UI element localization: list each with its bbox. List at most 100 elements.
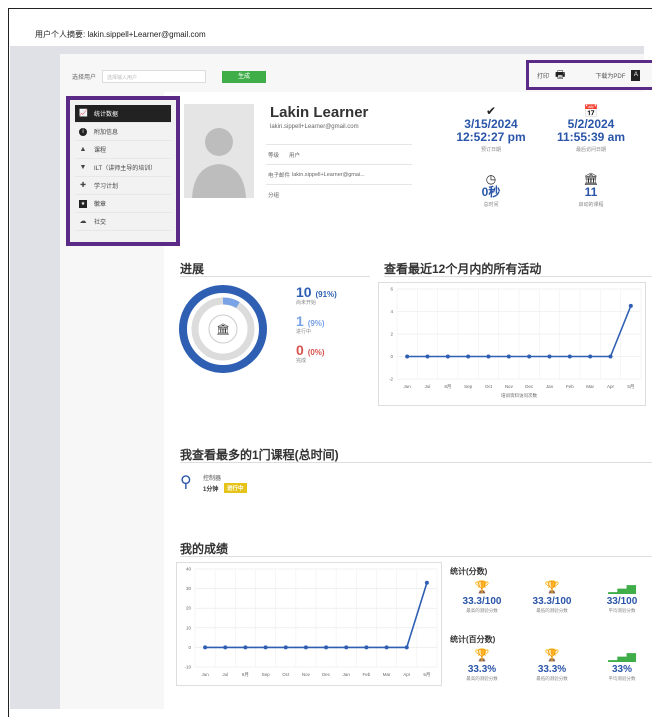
x-tick-label: Jul [222,672,228,677]
courses-icon: ▲ [79,145,87,153]
x-tick-label: Feb [363,672,371,677]
y-tick-label: -10 [184,665,191,670]
sidebar-item-badges[interactable]: ★ 徽章 [75,195,171,213]
data-point [506,354,511,359]
progress-title: 进展 [180,262,205,276]
select-user-input[interactable]: 选择输入用户 [102,70,207,83]
printer-icon[interactable]: 🖶 [555,66,565,85]
pdf-icon[interactable]: A [631,69,641,81]
activity-title: 查看最近12个月内的所有活动 [384,262,542,276]
user-check-icon: ✔ [485,104,497,118]
y-tick-label: 6 [390,287,393,292]
dark-trophy-icon: 🏆 [544,648,560,662]
activity-chart: -2 0 2 4 6 Jun Jul 8月 Sep Oct Nov Dec Jan Feb Mar Apr 5月… [389,287,642,399]
created-time: 12:52:27 pm [456,130,526,144]
y-tick-label: 10 [186,625,192,630]
clock-icon: ◷ [485,172,497,186]
level-label: 等级 [268,152,280,159]
x-tick-label: 8月 [242,672,249,678]
lowest-pct-label: 最低的测验分数 [536,676,568,681]
data-point [364,645,369,650]
scores-title: 我的成绩 [180,542,229,556]
download-pdf-label[interactable]: 下载为PDF [595,71,625,80]
last-label: 最后访问日期 [575,147,606,153]
page-title: 用户个人摘要: lakin.sippell+Learner@gmail.com [35,30,206,39]
top-course-time: 1分钟 [203,487,219,493]
highest-pct-label: 最高的测验分数 [466,676,498,681]
info-icon: i [79,127,87,136]
total-time-label: 总时间 [483,202,499,208]
activity-divider [384,276,652,277]
data-point [203,645,208,650]
activity-chart-box: -2 0 2 4 6 Jun Jul 8月 Sep Oct Nov Dec Jan Feb Mar Apr 5月… [378,282,646,406]
in-progress-pct: (9%) [307,319,325,328]
top-course-name[interactable]: 控制器 [203,473,221,482]
y-tick-label: 20 [186,606,192,611]
sidebar-item-additional-info[interactable]: i 附加信息 [75,123,171,141]
data-point [404,645,409,650]
data-point [263,645,268,650]
gold-trophy-icon: 🏆 [474,648,490,662]
top-courses-title: 我查看最多的1门课程(总时间) [180,448,339,462]
courses-center-icon: 🏛 [216,323,230,336]
donut-in-progress-arc [222,297,240,309]
y-tick-label: 40 [186,567,192,572]
courses-started-stat: 🏛 11 启动的课程 [546,172,636,208]
data-point [466,354,471,359]
pct-header: 统计(百分数) [450,635,496,644]
progress-donut: 🏛 [179,285,267,373]
data-point [405,354,410,359]
sidebar-item-courses[interactable]: ▲ 课程 [75,141,171,159]
data-point [424,580,429,585]
generate-button[interactable]: 生成 [222,70,267,83]
courses-started: 11 [584,185,598,199]
not-started-count: 10 [296,284,312,300]
user-toolbar: 选择用户 选择输入用户 生成 [72,70,267,83]
sidebar-item-learning-plan[interactable]: ✚ 学习计划 [75,177,171,195]
group-row: 分组 [266,184,412,204]
courses-started-label: 启动的课程 [578,202,604,208]
y-tick-label: -2 [389,377,393,382]
avg-points-value: 33/100 [606,596,638,607]
top-course-status: 进行中 [224,483,247,493]
data-point [425,354,430,359]
data-point [324,645,329,650]
email-row: 电子邮件 lakin.sippell+Learner@gmai... [266,164,412,184]
created-date-stat: ✔ 3/15/2024 12:52:27 pm 预订日期 [446,104,536,153]
dark-trophy-icon: 🏆 [544,580,560,594]
highest-pct-value: 33.3% [467,664,497,675]
completed-label: 完成 [296,358,307,364]
avg-points: ▁▃▅ 33/100 平均测验分数 [592,580,652,614]
highest-pct: 🏆 33.3% 最高的测验分数 [452,648,512,682]
top-courses-divider [180,462,652,463]
x-tick-label: 8月 [444,384,451,390]
x-tick-label: Sep [262,672,271,677]
print-label[interactable]: 打印 [537,71,549,80]
y-tick-label: 0 [188,645,191,650]
y-tick-label: 4 [390,309,393,314]
x-tick-label: Oct [485,384,493,389]
sidebar-item-label: 徽章 [94,202,107,208]
data-point [486,354,491,359]
scores-divider [180,556,652,557]
sidebar-item-social[interactable]: ☁ 社交 [75,213,171,231]
profile-email: lakin.sippell+Learner@gmail.com [270,124,359,130]
lowest-pct: 🏆 33.3% 最低的测验分数 [522,648,582,682]
not-started-label: 尚未开始 [296,300,317,306]
data-point [588,354,593,359]
x-axis-label: 培训资料访问次数 [501,392,537,399]
learning-plan-icon: ✚ [80,181,86,189]
x-tick-label: Jun [404,384,412,389]
progress-divider [180,276,370,277]
sidebar-item-ilt[interactable]: ▼ ILT（讲师主导的培训） [75,159,171,177]
left-gutter [10,46,60,709]
sidebar-item-label: 社交 [94,220,107,226]
x-tick-label: Apr [607,384,615,389]
data-point [303,645,308,650]
sidebar-item-label: 附加信息 [94,130,119,136]
avg-points-label: 平均测验分数 [608,608,636,613]
x-tick-label: Nov [302,672,311,677]
completed-pct: (0%) [307,348,325,357]
sidebar-item-stats[interactable]: 📈 统计数据 [75,105,171,123]
y-tick-label: 2 [390,332,393,337]
